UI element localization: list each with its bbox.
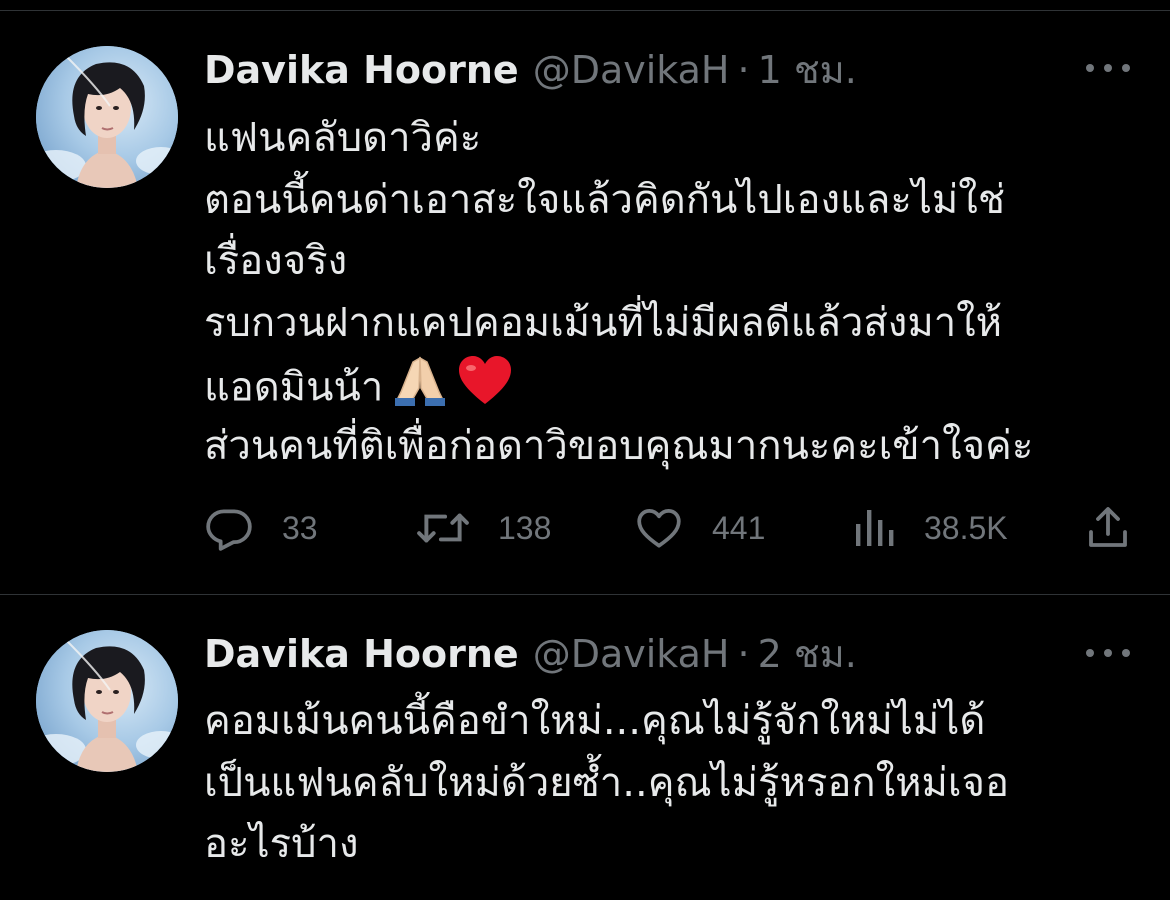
author-name[interactable]: Davika Hoorne xyxy=(204,629,519,679)
separator-dot: · xyxy=(737,48,750,92)
tweet-text-line: อะไรบ้าง xyxy=(204,821,359,867)
more-icon xyxy=(1086,649,1094,657)
reply-icon xyxy=(206,509,252,551)
avatar[interactable] xyxy=(36,630,178,772)
more-icon-dot xyxy=(1122,649,1130,657)
more-icon-dot xyxy=(1104,649,1112,657)
reply-button[interactable]: 33 xyxy=(204,498,318,558)
red-heart-icon xyxy=(457,354,513,425)
tweet-text: แฟนคลับดาวิค่ะ ตอนนี้คนด่าเอาสะใจแล้วคิด… xyxy=(204,108,1144,477)
tweet[interactable]: Davika Hoorne @DavikaH · 1 ชม. แฟนคลับดา… xyxy=(0,0,1170,594)
avatar[interactable] xyxy=(36,46,178,188)
tweet-text: คอมเม้นคนนี้คือขำใหม่...คุณไม่รู้จักใหม่… xyxy=(204,691,1144,876)
retweet-icon xyxy=(417,513,469,543)
tweet-text-line: แฟนคลับดาวิค่ะ xyxy=(204,115,482,161)
author-name[interactable]: Davika Hoorne xyxy=(204,45,519,95)
author-handle[interactable]: @DavikaH xyxy=(533,45,730,95)
views-icon xyxy=(856,510,894,546)
tweet-text-line: คอมเม้นคนนี้คือขำใหม่...คุณไม่รู้จักใหม่… xyxy=(204,698,986,744)
share-icon xyxy=(1089,507,1127,547)
tweet-text-line: เรื่องจริง xyxy=(204,238,348,284)
reply-count: 33 xyxy=(282,509,318,546)
tweet-text-line: ตอนนี้คนด่าเอาสะใจแล้วคิดกันไปเองและไม่ใ… xyxy=(204,176,1005,223)
tweet-actions: 33 138 441 38.5K xyxy=(204,498,1134,558)
like-count: 441 xyxy=(712,509,766,546)
views-button[interactable]: 38.5K xyxy=(852,498,1008,558)
heart-icon xyxy=(637,509,681,548)
retweet-button[interactable]: 138 xyxy=(416,498,551,558)
tweet-text-line: เป็นแฟนคลับใหม่ด้วยซ้ำ..คุณไม่รู้หรอกใหม… xyxy=(204,759,1010,806)
tweet-header: Davika Hoorne @DavikaH · 1 ชม. xyxy=(204,45,857,95)
avatar-image xyxy=(36,630,178,772)
share-button[interactable] xyxy=(1084,498,1132,558)
more-options-button[interactable] xyxy=(1086,58,1130,78)
tweet-header: Davika Hoorne @DavikaH · 2 ชม. xyxy=(204,629,857,679)
author-handle[interactable]: @DavikaH xyxy=(533,629,730,679)
more-icon xyxy=(1086,64,1094,72)
folded-hands-icon xyxy=(391,354,449,425)
more-icon-dot xyxy=(1122,64,1130,72)
avatar-image xyxy=(36,46,178,188)
like-button[interactable]: 441 xyxy=(634,498,765,558)
tweet[interactable]: Davika Hoorne @DavikaH · 2 ชม. คอมเม้นคน… xyxy=(0,595,1170,900)
tweet-timestamp[interactable]: 2 ชม. xyxy=(758,629,857,679)
view-count: 38.5K xyxy=(924,509,1008,546)
tweet-text-segment: แอดมินน้า xyxy=(204,364,384,411)
tweet-timestamp[interactable]: 1 ชม. xyxy=(758,45,857,95)
tweet-text-line: ส่วนคนที่ติเพื่อก่อดาวิขอบคุณมากนะคะเข้า… xyxy=(204,422,1034,469)
more-options-button[interactable] xyxy=(1086,643,1130,663)
retweet-count: 138 xyxy=(498,509,552,546)
tweet-text-line-with-emoji: แอดมินน้า xyxy=(204,354,1144,416)
more-icon-dot xyxy=(1104,64,1112,72)
timeline-feed: Davika Hoorne @DavikaH · 1 ชม. แฟนคลับดา… xyxy=(0,0,1170,900)
tweet-text-line: รบกวนฝากแคปคอมเม้นที่ไม่มีผลดีแล้วส่งมาใ… xyxy=(204,299,1003,346)
separator-dot: · xyxy=(737,632,750,676)
